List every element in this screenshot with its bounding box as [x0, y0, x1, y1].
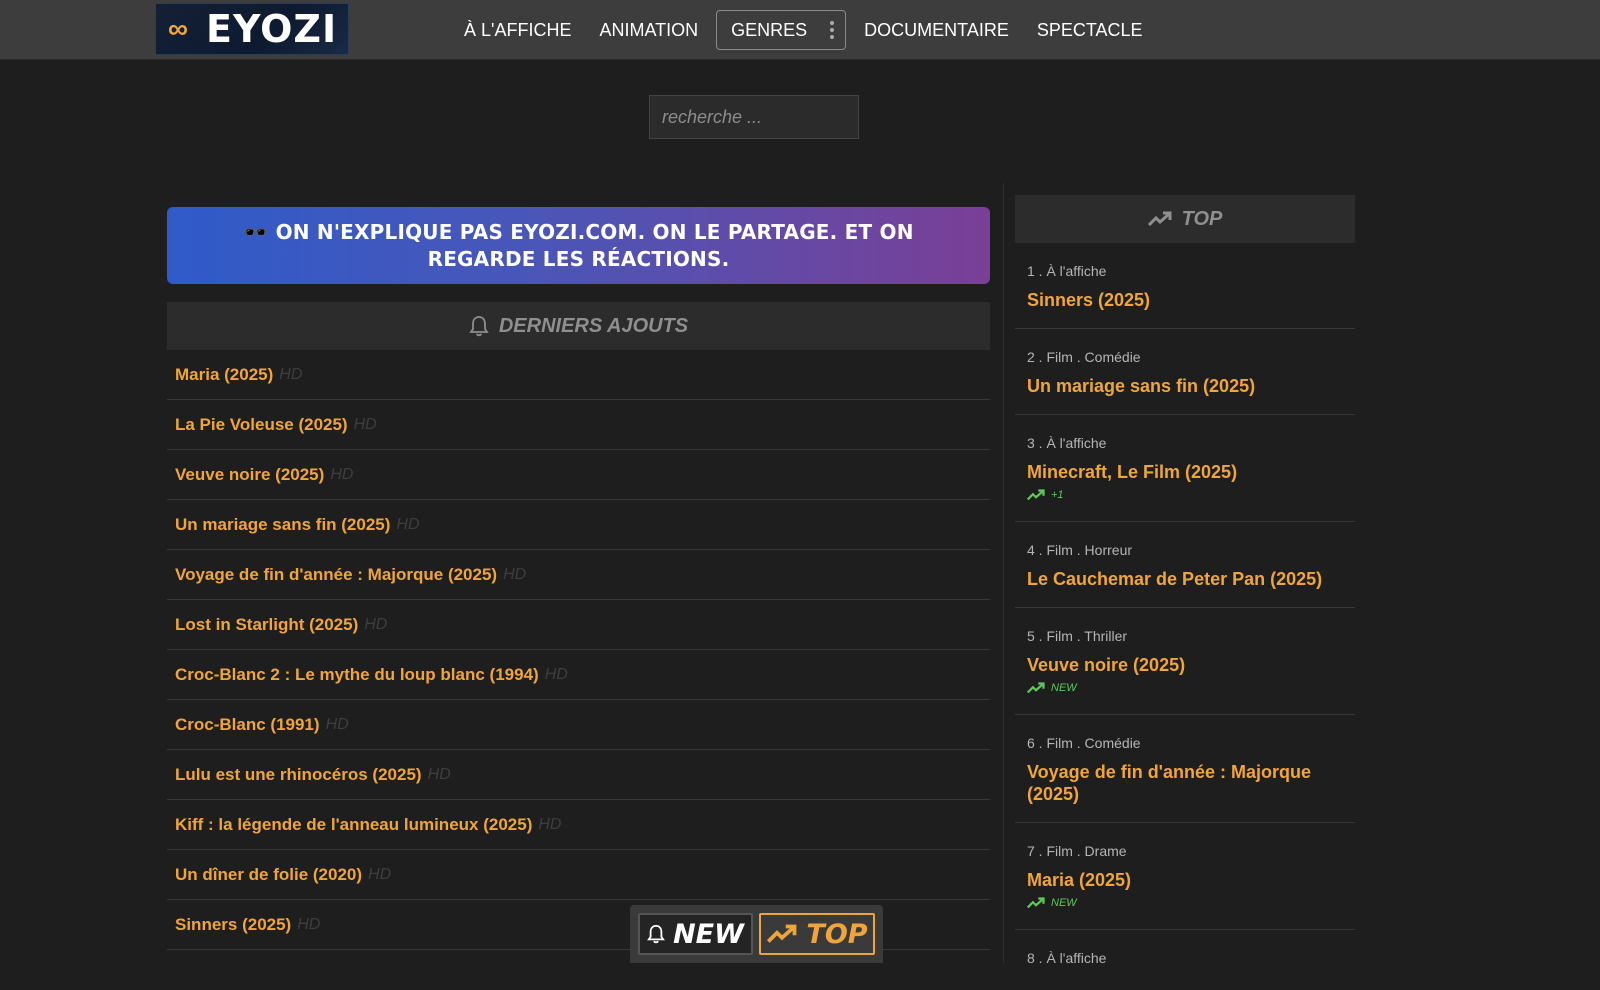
- latest-section-title: DERNIERS AJOUTS: [498, 314, 689, 337]
- bell-icon: [469, 316, 489, 337]
- trend-indicator: NEW: [1027, 896, 1345, 910]
- list-item[interactable]: Croc-Blanc (1991) HD: [167, 700, 990, 750]
- top-list: 1 . À l'affiche Sinners (2025) 2 . Film . …: [1015, 243, 1355, 990]
- top-section-title: TOP: [1181, 207, 1223, 230]
- quality-badge: HD: [396, 515, 420, 533]
- top-section-header: TOP: [1015, 195, 1355, 243]
- quality-badge: HD: [364, 615, 388, 633]
- top-button-label: TOP: [806, 918, 868, 950]
- bottom-toggle-bar: NEW TOP: [630, 905, 883, 963]
- list-item[interactable]: Kiff : la légende de l'anneau lumineux (…: [167, 800, 990, 850]
- list-item-title[interactable]: Un dîner de folie (2020): [175, 865, 362, 885]
- list-item-title[interactable]: Lost in Starlight (2025): [175, 615, 358, 635]
- list-item-title[interactable]: Kiff : la légende de l'anneau lumineux (…: [175, 815, 532, 835]
- latest-section-header: DERNIERS AJOUTS: [167, 302, 990, 350]
- top-item: 3 . À l'affiche Minecraft, Le Film (2025)…: [1015, 415, 1355, 522]
- list-item-title[interactable]: Voyage de fin d'année : Majorque (2025): [175, 565, 497, 585]
- trend-label: NEW: [1051, 682, 1077, 694]
- trending-up-icon: [767, 924, 797, 943]
- top-item: 8 . À l'affiche: [1015, 930, 1355, 990]
- top-item-meta: 5 . Film . Thriller: [1027, 628, 1128, 644]
- top-navbar: ∞ EYOZI À L'AFFICHE ANIMATION GENRES DOC…: [0, 0, 1600, 60]
- quality-badge: HD: [330, 465, 354, 483]
- nav-item-animation[interactable]: ANIMATION: [585, 11, 712, 49]
- top-item-title[interactable]: Veuve noire (2025): [1027, 654, 1345, 676]
- quality-badge: HD: [368, 865, 392, 883]
- list-item-title[interactable]: Croc-Blanc (1991): [175, 715, 320, 735]
- list-item[interactable]: La Pie Voleuse (2025) HD: [167, 400, 990, 450]
- top-item-meta: 8 . À l'affiche: [1027, 950, 1107, 966]
- list-item[interactable]: Maria (2025) HD: [167, 350, 990, 400]
- top-item-title[interactable]: Maria (2025): [1027, 869, 1345, 891]
- kebab-menu-icon: [829, 11, 835, 49]
- trend-indicator: NEW: [1027, 681, 1345, 695]
- list-item-title[interactable]: Veuve noire (2025): [175, 465, 324, 485]
- top-item-title[interactable]: Le Cauchemar de Peter Pan (2025): [1027, 568, 1345, 590]
- list-item-title[interactable]: Maria (2025): [175, 365, 273, 385]
- list-item[interactable]: Veuve noire (2025) HD: [167, 450, 990, 500]
- quality-badge: HD: [538, 815, 562, 833]
- nav-item-genres-label: GENRES: [731, 19, 808, 40]
- top-item: 4 . Film . Horreur Le Cauchemar de Peter …: [1015, 522, 1355, 608]
- top-item-meta: 1 . À l'affiche: [1027, 263, 1107, 279]
- infinity-icon: ∞: [168, 13, 188, 44]
- nav-item-a-laffiche[interactable]: À L'AFFICHE: [450, 11, 585, 49]
- site-logo[interactable]: ∞ EYOZI: [155, 3, 349, 55]
- main-nav: À L'AFFICHE ANIMATION GENRES DOCUMENTAIR…: [450, 0, 1157, 59]
- latest-list: Maria (2025) HD La Pie Voleuse (2025) HD Veu…: [167, 350, 990, 950]
- top-button[interactable]: TOP: [759, 913, 875, 955]
- quality-badge: HD: [325, 715, 349, 733]
- trending-up-icon: [1027, 489, 1045, 501]
- quality-badge: HD: [353, 415, 377, 433]
- quality-badge: HD: [279, 365, 303, 383]
- nav-item-genres[interactable]: GENRES: [716, 9, 847, 50]
- top-item-meta: 3 . À l'affiche: [1027, 435, 1107, 451]
- quality-badge: HD: [503, 565, 527, 583]
- top-item-title[interactable]: Minecraft, Le Film (2025): [1027, 461, 1345, 483]
- top-item-meta: 6 . Film . Comédie: [1027, 735, 1141, 751]
- promo-banner-text: 🕶️ ON N'EXPLIQUE PAS EYOZI.COM. ON LE PA…: [243, 219, 914, 271]
- list-item-title[interactable]: Sinners (2025): [175, 915, 291, 935]
- nav-item-documentaire[interactable]: DOCUMENTAIRE: [850, 11, 1023, 49]
- list-item-title[interactable]: La Pie Voleuse (2025): [175, 415, 348, 435]
- top-item: 6 . Film . Comédie Voyage de fin d'année …: [1015, 715, 1355, 823]
- logo-text: EYOZI: [206, 7, 338, 51]
- list-item[interactable]: Lost in Starlight (2025) HD: [167, 600, 990, 650]
- list-item[interactable]: Croc-Blanc 2 : Le mythe du loup blanc (1…: [167, 650, 990, 700]
- top-item-meta: 4 . Film . Horreur: [1027, 542, 1133, 558]
- trend-label: NEW: [1051, 897, 1077, 909]
- nav-item-spectacle[interactable]: SPECTACLE: [1023, 11, 1157, 49]
- list-item[interactable]: Voyage de fin d'année : Majorque (2025) H…: [167, 550, 990, 600]
- list-item-title[interactable]: Un mariage sans fin (2025): [175, 515, 390, 535]
- trending-up-icon: [1027, 682, 1045, 694]
- top-item: 1 . À l'affiche Sinners (2025): [1015, 243, 1355, 329]
- trending-up-icon: [1147, 211, 1172, 227]
- top-item-title[interactable]: Un mariage sans fin (2025): [1027, 375, 1345, 397]
- top-item: 7 . Film . Drame Maria (2025) NEW: [1015, 823, 1355, 930]
- top-item-title[interactable]: Voyage de fin d'année : Majorque (2025): [1027, 761, 1345, 805]
- quality-badge: HD: [427, 765, 451, 783]
- quality-badge: HD: [297, 915, 321, 933]
- column-divider: [1003, 183, 1004, 963]
- new-button[interactable]: NEW: [638, 913, 753, 955]
- trending-up-icon: [1027, 897, 1045, 909]
- trend-indicator: +1: [1027, 488, 1345, 502]
- list-item[interactable]: Un dîner de folie (2020) HD: [167, 850, 990, 900]
- top-item-meta: 2 . Film . Comédie: [1027, 349, 1141, 365]
- trend-label: +1: [1051, 489, 1064, 501]
- bell-icon: [647, 924, 665, 944]
- promo-banner: 🕶️ ON N'EXPLIQUE PAS EYOZI.COM. ON LE PA…: [167, 207, 990, 284]
- top-item: 5 . Film . Thriller Veuve noire (2025) NEW: [1015, 608, 1355, 715]
- search-input[interactable]: [649, 95, 859, 139]
- list-item-title[interactable]: Lulu est une rhinocéros (2025): [175, 765, 422, 785]
- list-item-title[interactable]: Croc-Blanc 2 : Le mythe du loup blanc (1…: [175, 665, 539, 685]
- list-item[interactable]: Un mariage sans fin (2025) HD: [167, 500, 990, 550]
- top-item-title[interactable]: Sinners (2025): [1027, 289, 1345, 311]
- new-button-label: NEW: [673, 918, 744, 950]
- top-item: 2 . Film . Comédie Un mariage sans fin (2…: [1015, 329, 1355, 415]
- list-item[interactable]: Lulu est une rhinocéros (2025) HD: [167, 750, 990, 800]
- top-item-meta: 7 . Film . Drame: [1027, 843, 1127, 859]
- quality-badge: HD: [544, 665, 568, 683]
